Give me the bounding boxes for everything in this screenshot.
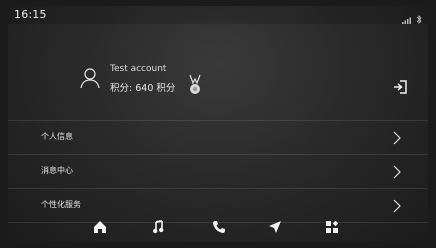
navigation-button[interactable] bbox=[267, 219, 283, 235]
points-prefix: 积分: bbox=[110, 83, 133, 94]
profile-section: Test account 积分: 640 积分 bbox=[8, 50, 428, 120]
home-button[interactable] bbox=[92, 219, 108, 235]
points-text: 积分: 640 积分 bbox=[110, 80, 175, 94]
clock: 16:15 bbox=[14, 8, 47, 21]
chevron-right-icon bbox=[393, 164, 401, 179]
music-icon bbox=[153, 220, 164, 234]
status-icons bbox=[402, 9, 422, 28]
music-button[interactable] bbox=[151, 219, 167, 235]
phone-icon bbox=[213, 221, 225, 233]
menu-item-personal-info[interactable]: 个人信息 bbox=[8, 120, 428, 154]
chevron-right-icon bbox=[393, 130, 401, 145]
settings-menu: 个人信息 消息中心 个性化服务 bbox=[8, 120, 428, 223]
phone-button[interactable] bbox=[211, 219, 227, 235]
menu-label: 个人信息 bbox=[41, 132, 73, 141]
medal-badge-icon bbox=[189, 74, 201, 96]
user-avatar-icon[interactable] bbox=[78, 66, 102, 90]
screen: 16:15 Test account 积分: 640 积分 个人信息 消息中心 … bbox=[8, 6, 428, 242]
apps-button[interactable] bbox=[324, 219, 340, 235]
status-bar: 16:15 bbox=[8, 6, 428, 24]
points-suffix: 积分 bbox=[156, 83, 176, 94]
bottom-dock bbox=[8, 211, 428, 242]
logout-icon bbox=[394, 80, 407, 94]
home-icon bbox=[94, 221, 106, 233]
menu-label: 消息中心 bbox=[41, 166, 73, 175]
menu-item-message-center[interactable]: 消息中心 bbox=[8, 154, 428, 188]
signal-icon bbox=[402, 9, 412, 28]
account-name: Test account bbox=[110, 64, 167, 74]
navigation-icon bbox=[269, 221, 281, 233]
apps-icon bbox=[326, 220, 339, 233]
logout-button[interactable] bbox=[391, 78, 409, 96]
device-frame: 16:15 Test account 积分: 640 积分 个人信息 消息中心 … bbox=[0, 0, 436, 248]
menu-label: 个性化服务 bbox=[41, 200, 81, 209]
chevron-right-icon bbox=[393, 198, 401, 213]
points-value: 640 bbox=[135, 83, 154, 94]
bluetooth-icon bbox=[416, 9, 422, 28]
